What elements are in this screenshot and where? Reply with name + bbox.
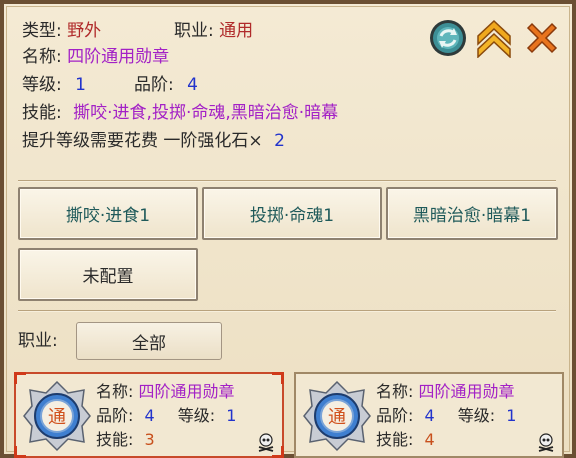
upgrade-button[interactable] [474,18,514,59]
card-level-label: 等级: [457,406,496,425]
type-label: 类型: [22,21,62,41]
skill-slot-1[interactable]: 撕咬·进食1 [18,187,198,240]
job-value: 通用 [219,21,254,41]
card-level-label: 等级: [177,406,216,425]
card-skill-label: 技能: [376,430,414,449]
name-row: 名称: 四阶通用勋章 [22,46,169,68]
medal-card-1[interactable]: 通 名称: 四阶通用勋章 品阶: 4 等级: 1 技能: 3 [14,372,284,458]
skill-slot-4[interactable]: 未配置 [18,248,198,301]
skill-slot-3-label: 黑暗治愈·暗幕1 [412,206,532,226]
skull-icon [258,433,274,452]
skill-row: 技能: 撕咬·进食,投掷·命魂,黑暗治愈·暗幕 [22,102,338,124]
divider-top [18,180,556,182]
upgrade-row: 提升等级需要花费 一阶强化石× 2 [22,130,285,152]
card-grade-value: 4 [144,406,155,425]
medal-card-1-info: 名称: 四阶通用勋章 品阶: 4 等级: 1 技能: 3 [96,380,236,452]
card-level-value: 1 [226,406,237,425]
close-icon [526,22,558,54]
grade-value: 4 [187,75,198,95]
card-skill-label: 技能: [96,430,134,449]
level-row: 等级: 1 [22,74,86,96]
upgrade-count: 2 [274,131,285,151]
filter-label: 职业: [18,331,58,351]
name-label: 名称: [22,47,62,67]
item-detail-window: 类型: 野外 职业: 通用 名称: 四阶通用勋章 等级: 1 品阶: 4 技能:… [0,0,576,458]
card-name-label: 名称: [96,382,134,401]
job-filter-dropdown[interactable]: 全部 [76,322,222,360]
medal-badge-icon: 通 [23,380,91,452]
skill-slot-1-label: 撕咬·进食1 [65,206,151,226]
skill-slot-3[interactable]: 黑暗治愈·暗幕1 [386,187,558,240]
card-level-value: 1 [506,406,517,425]
medal-badge-icon: 通 [303,380,371,452]
skill-slot-2[interactable]: 投掷·命魂1 [202,187,382,240]
card-grade-value: 4 [424,406,435,425]
refresh-icon [430,20,466,56]
divider-bottom [18,310,556,312]
job-label: 职业: [174,21,214,41]
medal-card-2-info: 名称: 四阶通用勋章 品阶: 4 等级: 1 技能: 4 [376,380,516,452]
name-value: 四阶通用勋章 [67,47,170,67]
skill-slot-2-label: 投掷·命魂1 [249,206,335,226]
card-skill-value: 4 [424,430,435,449]
medal-card-2[interactable]: 通 名称: 四阶通用勋章 品阶: 4 等级: 1 技能: 4 [294,372,564,458]
upgrade-chevron-icon [477,19,511,59]
type-row: 类型: 野外 [22,20,101,42]
level-label: 等级: [22,75,62,95]
badge-char: 通 [328,407,346,428]
type-value: 野外 [67,21,102,41]
grade-row: 品阶: 4 [134,74,198,96]
card-skill-value: 3 [144,430,155,449]
job-row: 职业: 通用 [174,20,253,42]
badge-char: 通 [48,407,66,428]
upgrade-text: 提升等级需要花费 一阶强化石× [22,131,263,151]
skill-value: 撕咬·进食,投掷·命魂,黑暗治愈·暗幕 [73,103,339,123]
card-name-value: 四阶通用勋章 [418,382,515,401]
skill-label: 技能: [22,103,62,123]
card-name-value: 四阶通用勋章 [138,382,235,401]
skill-slot-4-label: 未配置 [82,267,134,287]
card-grade-label: 品阶: [96,406,134,425]
skull-icon [538,433,554,452]
selection-corner [272,372,284,384]
card-grade-label: 品阶: [376,406,414,425]
job-filter-value: 全部 [132,333,166,354]
close-button[interactable] [522,18,562,58]
refresh-button[interactable] [428,18,468,58]
level-value: 1 [75,75,86,95]
card-name-label: 名称: [376,382,414,401]
grade-label: 品阶: [134,75,174,95]
